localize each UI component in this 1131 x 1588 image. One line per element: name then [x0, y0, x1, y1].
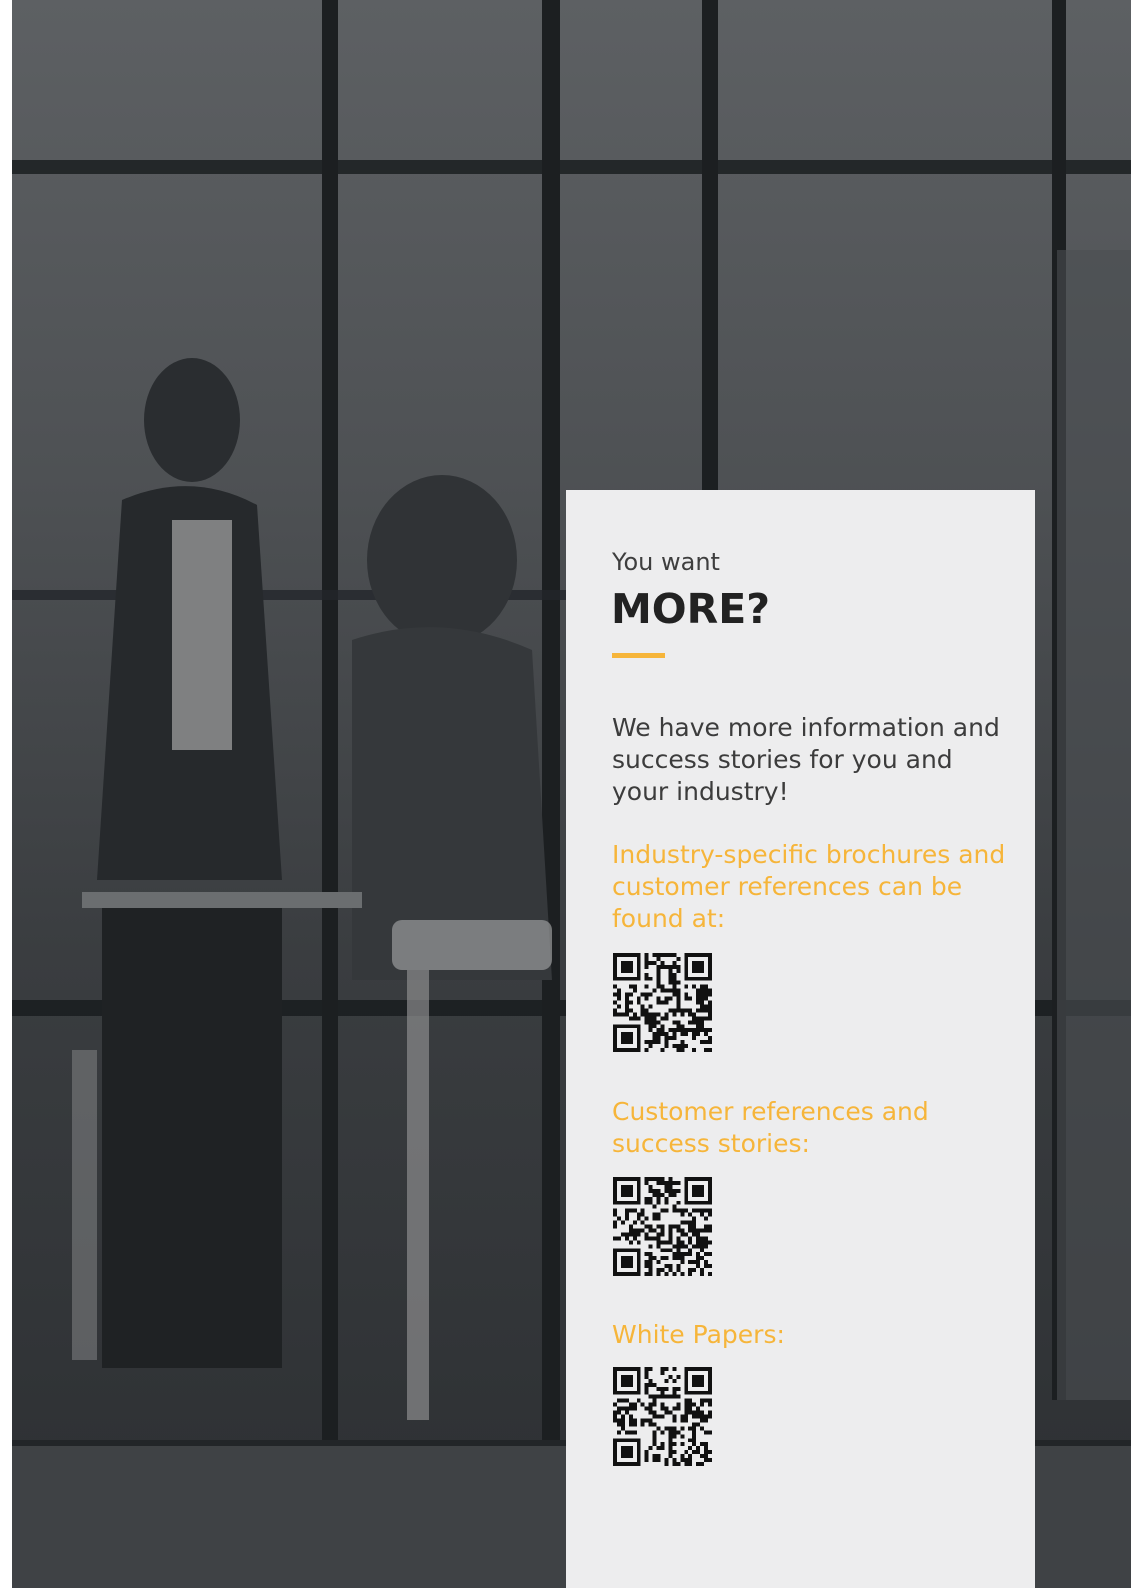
references-label: Customer references and success stories: [612, 1097, 929, 1158]
qr-code-icon[interactable] [613, 953, 712, 1052]
accent-divider [612, 653, 665, 658]
intro-text: You want [612, 548, 720, 576]
headline: MORE? [611, 585, 771, 633]
qr-code-icon[interactable] [613, 1177, 712, 1276]
intro-paragraph: We have more information and success sto… [612, 713, 1000, 806]
info-panel: You want MORE? We have more information … [566, 490, 1035, 1588]
brochures-label: Industry-specific brochures and customer… [612, 840, 1006, 933]
qr-code-icon[interactable] [613, 1367, 712, 1466]
white-papers-label: White Papers: [612, 1320, 785, 1349]
